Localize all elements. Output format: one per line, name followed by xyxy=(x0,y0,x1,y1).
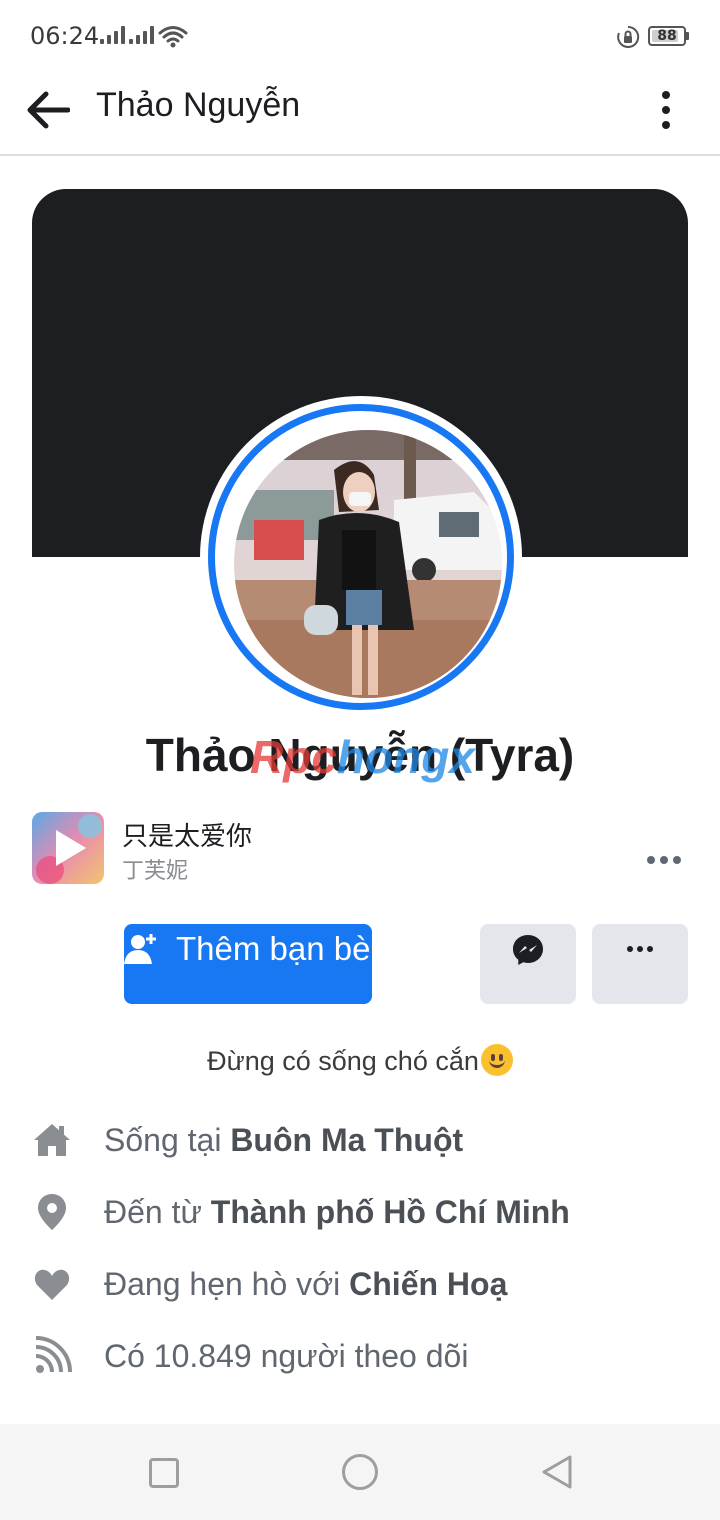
bio: Đừng có sống chó cắn xyxy=(0,1044,720,1077)
messenger-icon xyxy=(513,935,543,965)
song-artist: 丁芙妮 xyxy=(122,859,189,884)
music-more-icon[interactable] xyxy=(640,845,688,875)
detail-followers[interactable]: Có 10.849 người theo dõi xyxy=(0,1328,720,1384)
song-title[interactable]: 只是太爱你 xyxy=(122,816,252,853)
battery-tip xyxy=(686,32,689,40)
detail-prefix: Sống tại xyxy=(104,1122,231,1158)
avatar xyxy=(234,430,502,698)
home-circle-icon[interactable] xyxy=(342,1454,378,1490)
battery-icon: 88 xyxy=(648,26,686,46)
smile-emoji-icon xyxy=(480,1044,513,1076)
arrow-left-icon xyxy=(27,91,70,129)
detail-prefix: Đến từ xyxy=(104,1194,211,1230)
bio-text: Đừng có sống chó cắn xyxy=(207,1046,479,1076)
page-title: Thảo Nguyễn xyxy=(96,86,301,124)
rss-icon xyxy=(35,1336,72,1373)
more-options-button[interactable] xyxy=(592,924,688,1004)
signal-2-icon xyxy=(129,26,154,44)
story-ring xyxy=(208,404,514,710)
message-button[interactable] xyxy=(480,924,576,1004)
detail-value: Thành phố Hồ Chí Minh xyxy=(210,1194,570,1230)
back-button[interactable] xyxy=(22,84,74,136)
rotation-lock-icon xyxy=(617,25,640,48)
add-friend-icon xyxy=(124,934,156,964)
status-time: 06:24 xyxy=(30,22,100,50)
detail-value: Buôn Ma Thuột xyxy=(230,1122,464,1158)
profile-picture[interactable] xyxy=(200,396,522,718)
more-vertical-icon[interactable] xyxy=(648,84,684,136)
add-friend-label: Thêm bạn bè xyxy=(176,930,371,967)
music-thumbnail[interactable] xyxy=(32,812,104,884)
detail-prefix: Đang hẹn hò với xyxy=(104,1266,350,1302)
profile-name: Thảo Nguyễn (Tyra) xyxy=(145,729,575,781)
battery-percent: 88 xyxy=(657,28,677,44)
more-horizontal-icon xyxy=(624,946,656,952)
add-friend-button[interactable]: Thêm bạn bè xyxy=(124,924,372,1004)
detail-relationship[interactable]: Đang hẹn hò với Chiến Hoạ xyxy=(0,1256,720,1312)
detail-from[interactable]: Đến từ Thành phố Hồ Chí Minh xyxy=(0,1184,720,1240)
play-icon xyxy=(32,812,104,884)
detail-prefix: Có 10.849 người theo dõi xyxy=(104,1338,469,1374)
back-triangle-icon[interactable] xyxy=(540,1454,574,1490)
wifi-icon xyxy=(158,26,188,48)
home-icon xyxy=(34,1124,70,1156)
recent-apps-icon[interactable] xyxy=(149,1458,179,1488)
heart-icon xyxy=(34,1269,70,1300)
status-bar: 06:24 88 xyxy=(0,0,720,72)
signal-1-icon xyxy=(100,26,125,44)
detail-value: Chiến Hoạ xyxy=(349,1266,508,1302)
top-app-bar: Thảo Nguyễn xyxy=(0,72,720,156)
location-pin-icon xyxy=(38,1194,66,1230)
system-nav-bar xyxy=(0,1424,720,1520)
detail-lives-in[interactable]: Sống tại Buôn Ma Thuột xyxy=(0,1112,720,1168)
